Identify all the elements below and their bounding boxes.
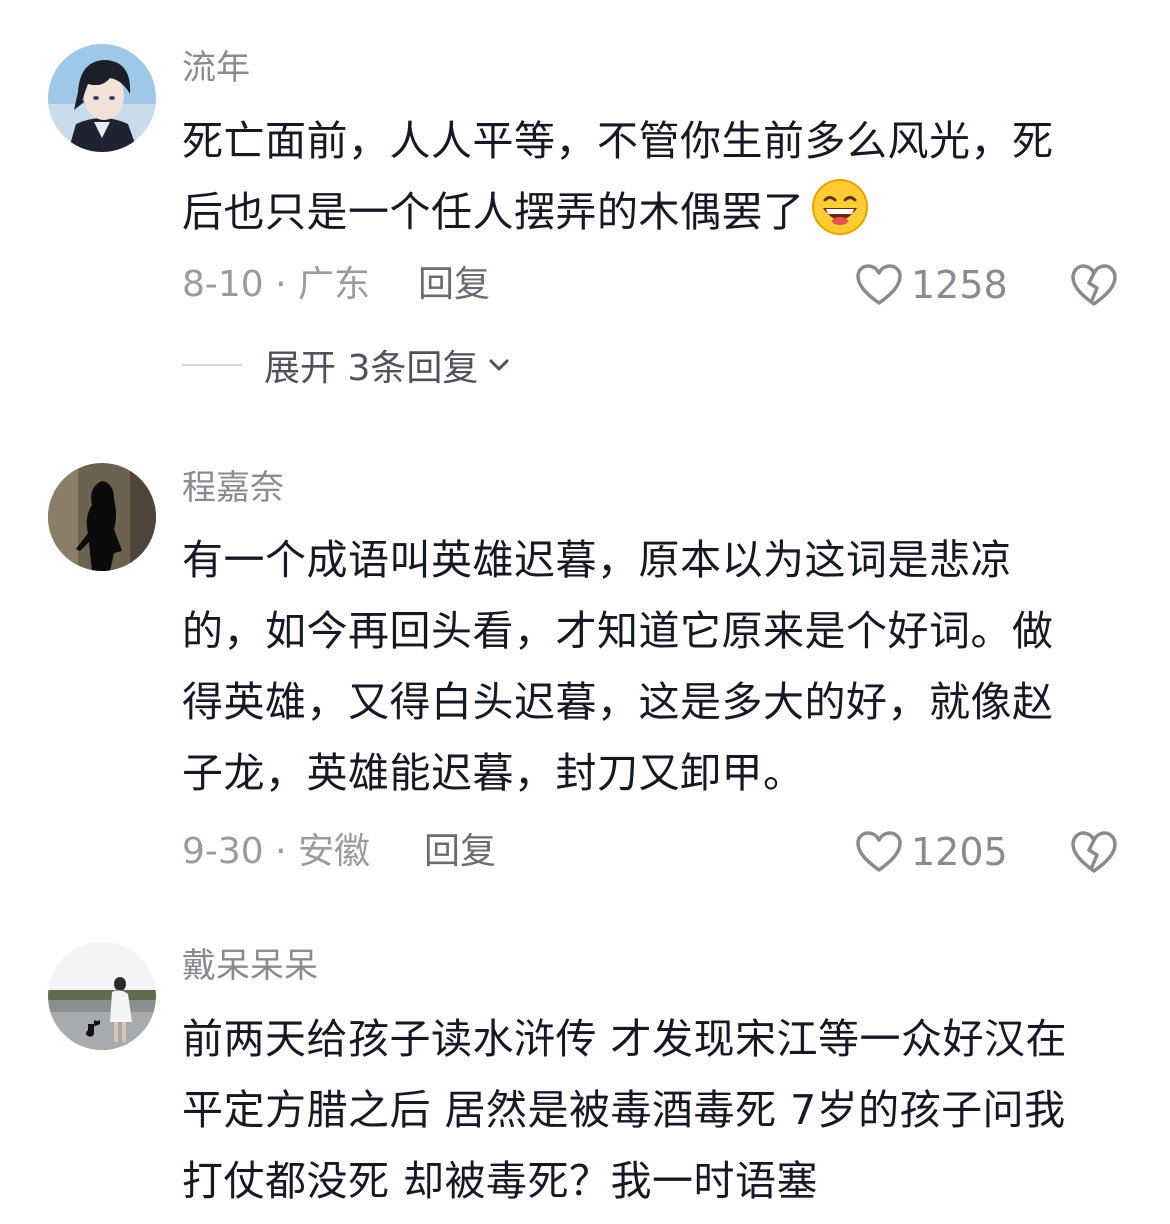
comment-line: 子龙，英雄能迟暮，封刀又卸甲。 <box>182 749 805 797</box>
comment-text: 死亡面前，人人平等，不管你生前多么风光，死 后也只是一个任人摆弄的木偶罢了 <box>182 106 1117 248</box>
broken-heart-icon[interactable] <box>1070 829 1118 875</box>
avatar[interactable] <box>48 44 156 152</box>
username[interactable]: 流年 <box>182 46 250 90</box>
girl-outdoor-avatar-image <box>48 942 156 1050</box>
comment-meta: 8-10 · 广东 <box>182 264 371 305</box>
chevron-down-icon <box>489 359 509 371</box>
avatar[interactable] <box>48 463 156 571</box>
heart-outline-icon <box>856 264 902 305</box>
like-count: 1205 <box>911 830 1008 874</box>
comment-line: 有一个成语叫英雄迟暮，原本以为这词是悲凉 <box>182 536 1012 584</box>
broken-heart-icon[interactable] <box>1070 262 1118 308</box>
avatar[interactable] <box>48 942 156 1050</box>
heart-outline-icon <box>856 831 902 872</box>
grinning-squint-emoji-icon <box>811 179 868 235</box>
expand-replies-button[interactable]: 展开 3条回复 <box>182 340 512 390</box>
comment-line: 后也只是一个任人摆弄的木偶罢了 <box>182 188 805 236</box>
comment-line: 的，如今再回头看，才知道它原来是个好词。做 <box>182 607 1054 655</box>
comment-text: 前两天给孩子读水浒传 才发现宋江等一众好汉在 平定方腊之后 居然是被毒酒毒死 7… <box>182 1004 1117 1217</box>
comment-line: 平定方腊之后 居然是被毒酒毒死 7岁的孩子问我 <box>182 1086 1066 1134</box>
comment-line: 得英雄，又得白头迟暮，这是多大的好，就像赵 <box>182 678 1054 726</box>
like-button[interactable]: 1205 <box>855 827 1008 877</box>
username[interactable]: 戴呆呆呆 <box>182 944 318 988</box>
username[interactable]: 程嘉奈 <box>182 466 284 510</box>
divider <box>182 364 242 366</box>
comment-line: 打仗都没死 却被毒死？我一时语塞 <box>182 1157 819 1205</box>
reply-button[interactable]: 回复 <box>424 827 496 877</box>
comment-line: 前两天给孩子读水浒传 才发现宋江等一众好汉在 <box>182 1015 1068 1063</box>
reply-button[interactable]: 回复 <box>418 260 490 310</box>
comment-meta: 9-30 · 安徽 <box>182 831 371 872</box>
like-button[interactable]: 1258 <box>855 260 1008 310</box>
comment-line-with-emoji: 后也只是一个任人摆弄的木偶罢了 <box>182 177 1117 248</box>
expand-replies-label: 展开 3条回复 <box>264 348 479 389</box>
comment-line: 死亡面前，人人平等，不管你生前多么风光，死 <box>182 117 1054 165</box>
anime-boy-avatar-image <box>48 44 156 152</box>
silhouette-avatar-image <box>48 463 156 571</box>
like-count: 1258 <box>911 263 1008 307</box>
comment-text: 有一个成语叫英雄迟暮，原本以为这词是悲凉 的，如今再回头看，才知道它原来是个好词… <box>182 525 1117 809</box>
